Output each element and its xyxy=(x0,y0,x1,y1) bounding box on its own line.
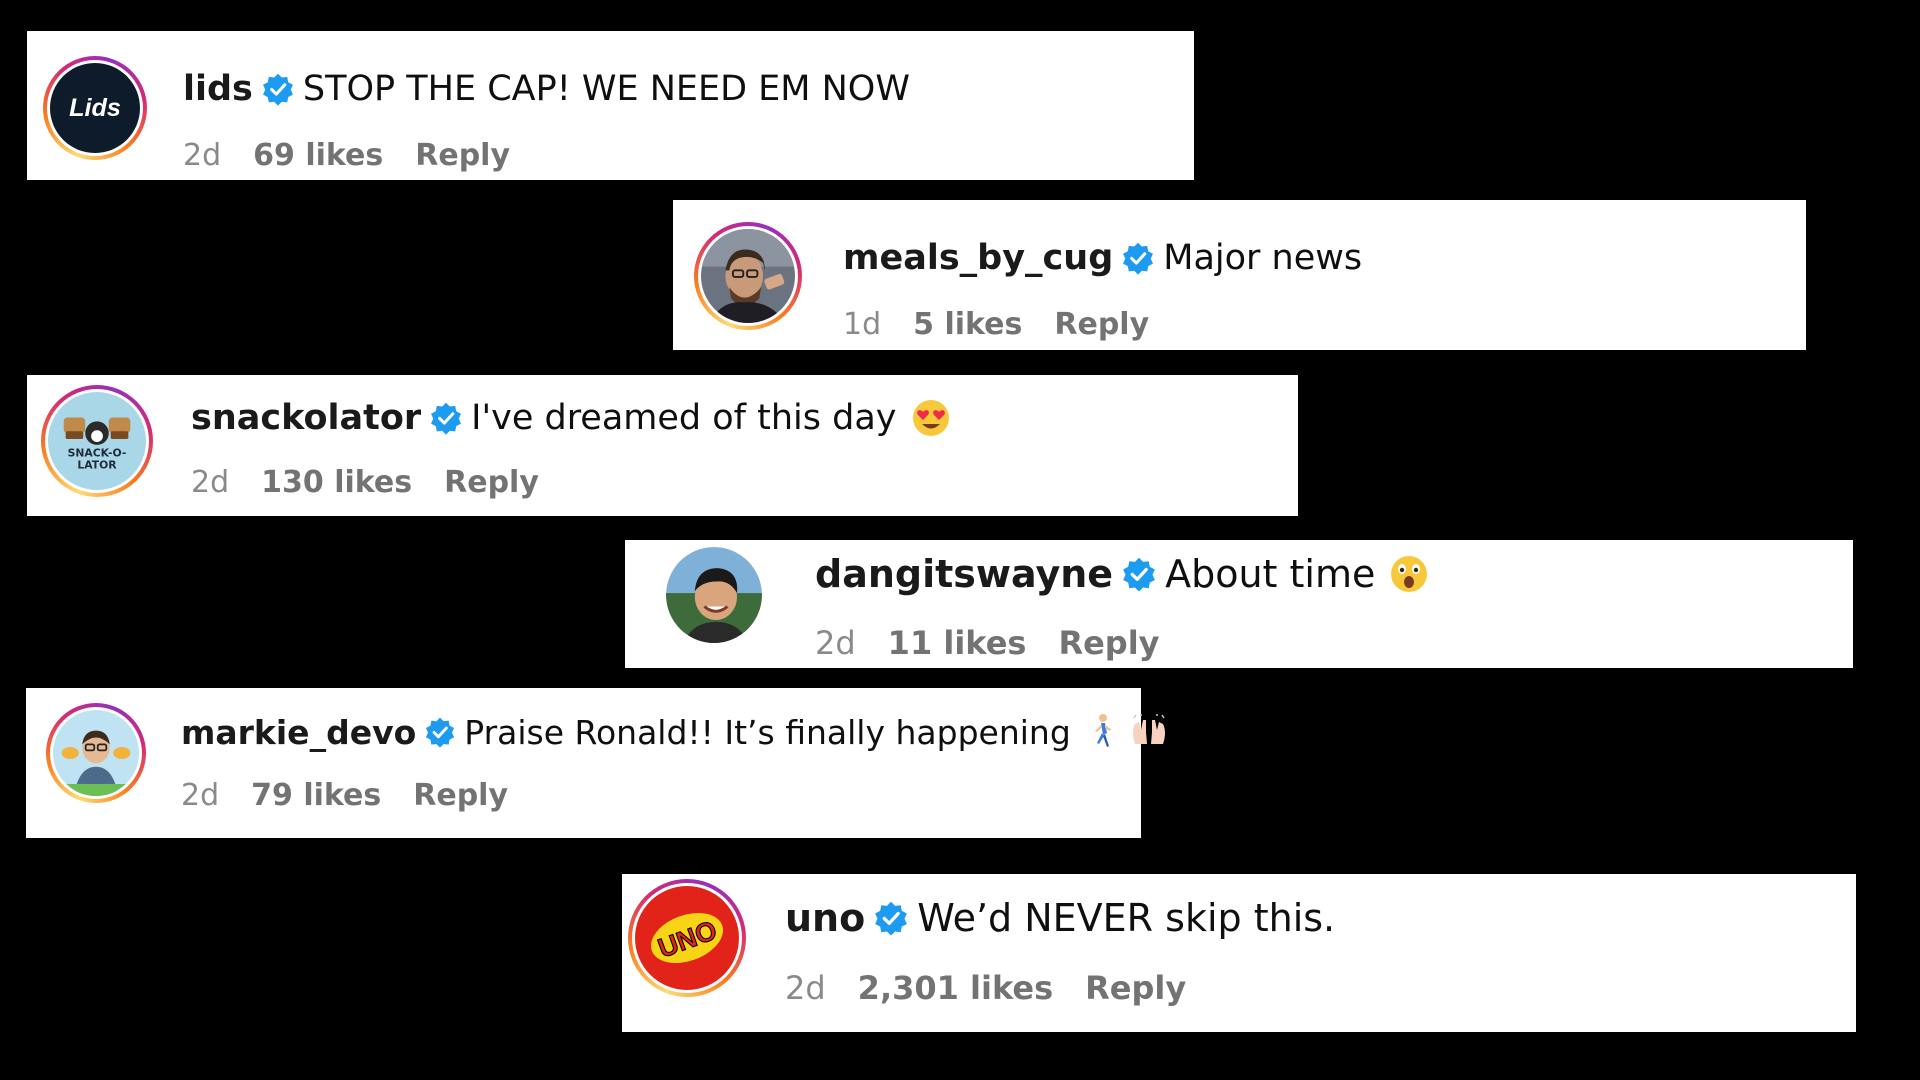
avatar[interactable]: Lids xyxy=(43,56,147,160)
comment-text: About time xyxy=(1165,552,1376,596)
timestamp: 2d xyxy=(815,624,856,662)
markie-devo-avatar-icon xyxy=(53,710,139,796)
comment-text: We’d NEVER skip this. xyxy=(917,896,1336,940)
verified-badge-icon xyxy=(1121,241,1155,275)
timestamp: 2d xyxy=(191,464,230,500)
comment-card-markie-devo: markie_devo Praise Ronald!! It’s finally… xyxy=(26,688,1165,838)
astonished-face-emoji-icon xyxy=(1389,554,1429,594)
person-photo-icon xyxy=(701,229,795,323)
reply-button[interactable]: Reply xyxy=(444,465,539,500)
username[interactable]: uno xyxy=(785,896,865,940)
reply-button[interactable]: Reply xyxy=(1085,969,1186,1007)
avatar[interactable]: UNO xyxy=(628,879,746,997)
timestamp: 2d xyxy=(183,137,222,173)
comment-card-uno: UNO uno We’d NEVER skip this. 2d 2,301 l… xyxy=(622,874,1856,1032)
username[interactable]: meals_by_cug xyxy=(843,238,1113,278)
reply-button[interactable]: Reply xyxy=(413,778,508,813)
avatar[interactable] xyxy=(694,222,802,330)
heart-eyes-emoji-icon xyxy=(911,398,951,438)
username[interactable]: markie_devo xyxy=(181,713,416,752)
person-walking-emoji-icon xyxy=(1085,713,1119,751)
avatar[interactable] xyxy=(46,703,146,803)
svg-text:LATOR: LATOR xyxy=(77,458,117,471)
like-count[interactable]: 130 likes xyxy=(261,465,412,500)
avatar[interactable]: SNACK-O- LATOR xyxy=(41,385,153,497)
verified-badge-icon xyxy=(261,72,295,106)
raising-hands-emoji-icon xyxy=(1129,714,1169,750)
username[interactable]: lids xyxy=(183,69,253,109)
verified-badge-icon xyxy=(873,900,909,936)
comment-card-dangitswayne: dangitswayne About time 2d 11 likes Repl… xyxy=(625,540,1853,668)
comment-text: Major news xyxy=(1163,238,1363,278)
svg-text:Lids: Lids xyxy=(69,94,121,122)
comment-card-lids: Lids lids STOP THE CAP! WE NEED EM NOW 2… xyxy=(27,31,1194,180)
verified-badge-icon xyxy=(429,401,463,435)
reply-button[interactable]: Reply xyxy=(415,138,510,173)
like-count[interactable]: 2,301 likes xyxy=(858,969,1053,1007)
uno-logo-icon: UNO xyxy=(635,886,739,990)
comment-collage: Lids lids STOP THE CAP! WE NEED EM NOW 2… xyxy=(0,0,1920,1080)
like-count[interactable]: 5 likes xyxy=(913,307,1022,342)
verified-badge-icon xyxy=(424,716,456,748)
avatar[interactable] xyxy=(666,547,762,643)
like-count[interactable]: 69 likes xyxy=(253,138,383,173)
like-count[interactable]: 79 likes xyxy=(251,778,381,813)
reply-button[interactable]: Reply xyxy=(1058,624,1159,662)
snackolator-logo-icon: SNACK-O- LATOR xyxy=(48,392,146,490)
verified-badge-icon xyxy=(1121,556,1157,592)
timestamp: 2d xyxy=(785,969,826,1007)
lids-logo-icon: Lids xyxy=(50,63,140,153)
username[interactable]: snackolator xyxy=(191,398,421,438)
reply-button[interactable]: Reply xyxy=(1054,307,1149,342)
timestamp: 1d xyxy=(843,306,882,342)
like-count[interactable]: 11 likes xyxy=(888,624,1027,662)
timestamp: 2d xyxy=(181,777,220,813)
comment-text: Praise Ronald!! It’s finally happening xyxy=(464,712,1071,752)
username[interactable]: dangitswayne xyxy=(815,552,1113,596)
comment-card-meals-by-cug: meals_by_cug Major news 1d 5 likes Reply xyxy=(673,200,1806,350)
person-photo-icon xyxy=(666,547,762,643)
comment-text: STOP THE CAP! WE NEED EM NOW xyxy=(302,69,910,109)
comment-card-snackolator: SNACK-O- LATOR snackolator I've dreamed … xyxy=(27,375,1298,516)
comment-text: I've dreamed of this day xyxy=(471,398,897,438)
